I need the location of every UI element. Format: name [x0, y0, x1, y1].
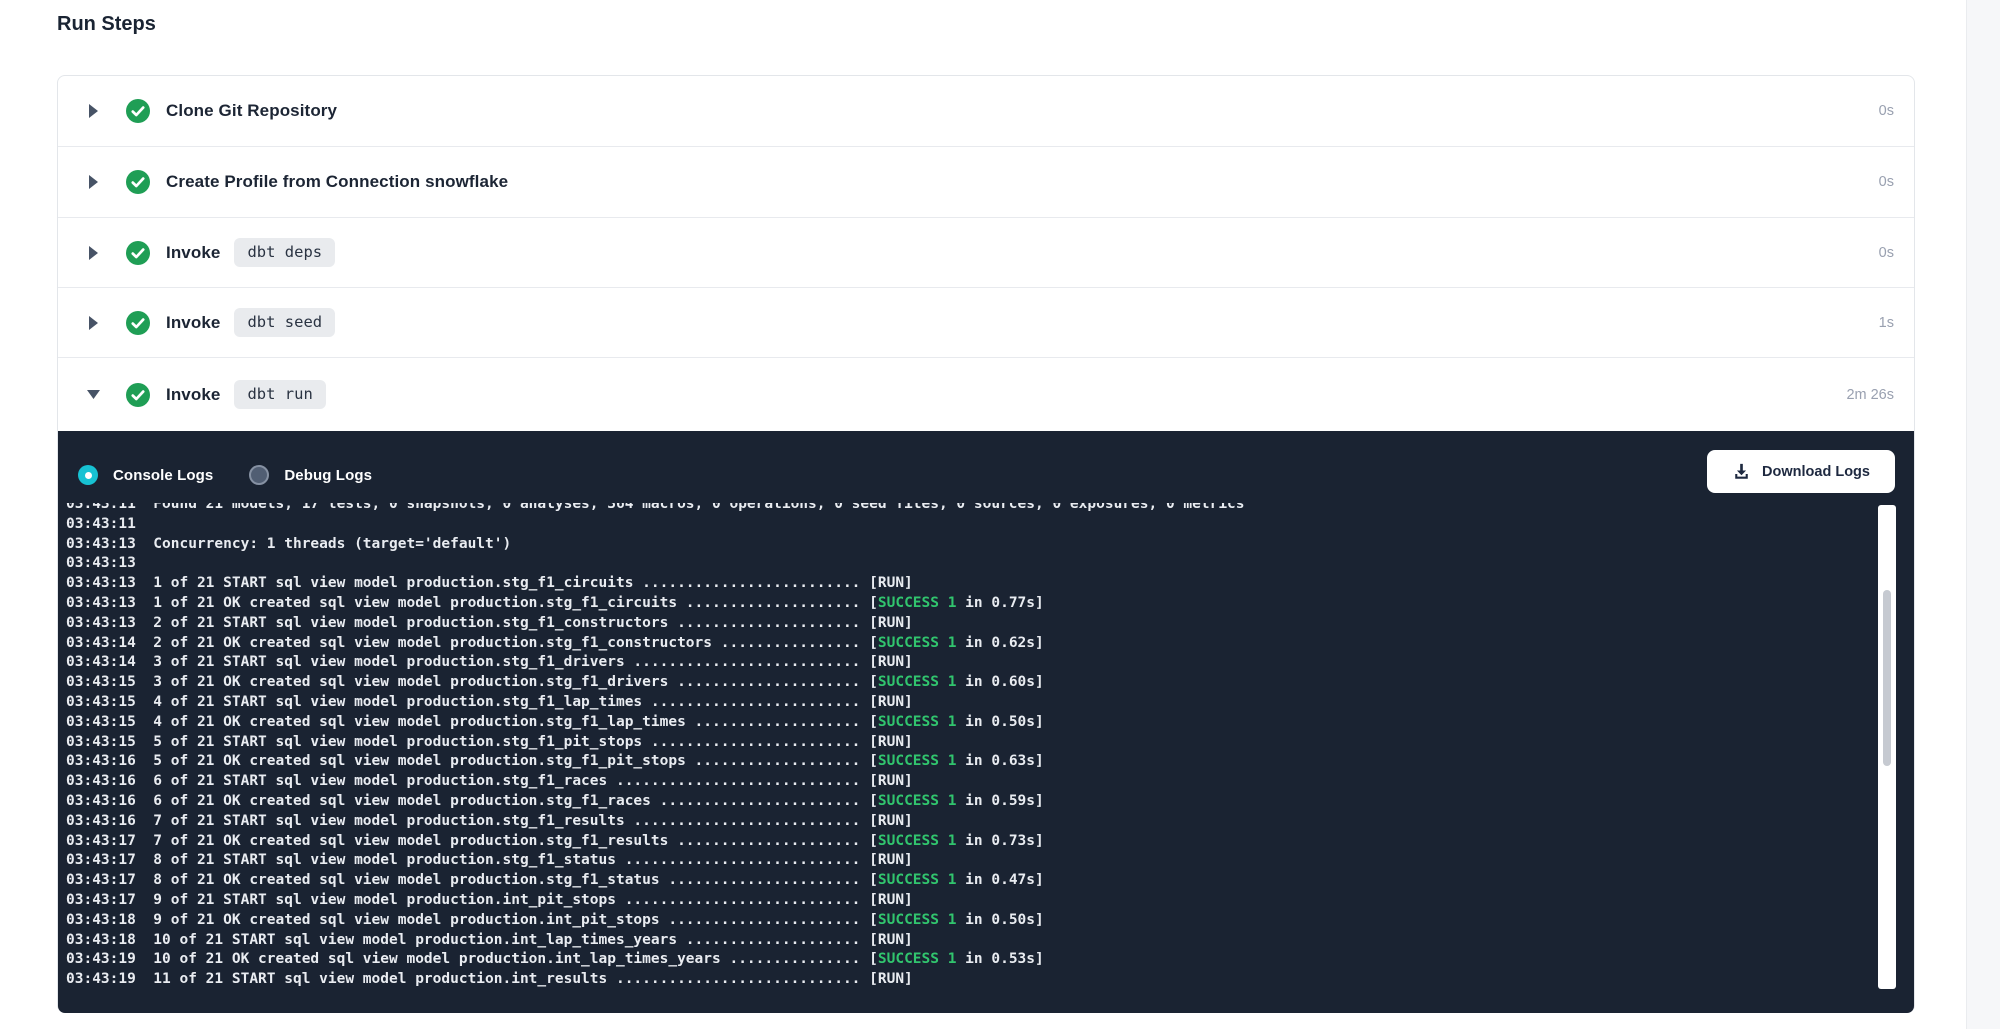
step-title: Invoke: [166, 243, 220, 263]
log-line: 03:43:18 10 of 21 START sql view model p…: [66, 931, 1794, 951]
log-line: 03:43:16 6 of 21 START sql view model pr…: [66, 772, 1794, 792]
log-line: 03:43:16 6 of 21 OK created sql view mod…: [66, 792, 1794, 812]
log-panel: Console Logs Debug Logs Download Logs 03…: [58, 431, 1914, 1013]
console-logs-tab[interactable]: Console Logs: [78, 465, 213, 485]
step-duration: 0s: [1879, 245, 1914, 261]
success-check-icon: [126, 383, 150, 407]
step-title: Create Profile from Connection snowflake: [166, 172, 508, 192]
page-title: Run Steps: [57, 13, 156, 36]
step-duration: 1s: [1879, 315, 1914, 331]
log-line: 03:43:11: [66, 515, 1794, 535]
log-line: 03:43:11 Found 21 models, 17 tests, 0 sn…: [66, 503, 1794, 515]
download-logs-button[interactable]: Download Logs: [1707, 450, 1895, 493]
debug-logs-tab[interactable]: Debug Logs: [249, 465, 372, 485]
command-badge: dbt run: [234, 380, 325, 409]
step-duration: 0s: [1879, 103, 1914, 119]
success-check-icon: [126, 241, 150, 265]
step-row-clone-git-repository[interactable]: Clone Git Repository 0s: [58, 76, 1914, 146]
run-steps-page: Run Steps Clone Git Repository 0s Create…: [0, 0, 2000, 1029]
log-line: 03:43:14 2 of 21 OK created sql view mod…: [66, 634, 1794, 654]
success-check-icon: [126, 311, 150, 335]
log-line: 03:43:13 2 of 21 START sql view model pr…: [66, 614, 1794, 634]
log-scrollbar-thumb[interactable]: [1883, 590, 1891, 766]
log-line: 03:43:17 7 of 21 OK created sql view mod…: [66, 832, 1794, 852]
chevron-right-icon: [86, 174, 101, 190]
step-row-invoke-dbt-deps[interactable]: Invoke dbt deps 0s: [58, 217, 1914, 287]
log-line: 03:43:16 5 of 21 OK created sql view mod…: [66, 752, 1794, 772]
log-line: 03:43:16 7 of 21 START sql view model pr…: [66, 812, 1794, 832]
command-badge: dbt deps: [234, 238, 335, 267]
log-line: 03:43:18 9 of 21 OK created sql view mod…: [66, 911, 1794, 931]
log-line: 03:43:13 1 of 21 START sql view model pr…: [66, 574, 1794, 594]
log-line: 03:43:15 4 of 21 START sql view model pr…: [66, 693, 1794, 713]
log-line: 03:43:19 11 of 21 START sql view model p…: [66, 970, 1794, 990]
radio-selected-icon: [78, 465, 98, 485]
log-line: 03:43:13 Concurrency: 1 threads (target=…: [66, 535, 1794, 555]
tab-label: Console Logs: [113, 467, 213, 484]
log-line: 03:43:13: [66, 554, 1794, 574]
log-line: 03:43:15 3 of 21 OK created sql view mod…: [66, 673, 1794, 693]
command-badge: dbt seed: [234, 308, 335, 337]
log-output: 03:43:11 Found 21 models, 17 tests, 0 sn…: [66, 503, 1794, 1007]
log-line: 03:43:17 8 of 21 START sql view model pr…: [66, 851, 1794, 871]
log-line: 03:43:17 8 of 21 OK created sql view mod…: [66, 871, 1794, 891]
success-check-icon: [126, 170, 150, 194]
right-gutter: [1966, 0, 2000, 1029]
log-scrollbar-track[interactable]: [1878, 505, 1896, 989]
success-check-icon: [126, 99, 150, 123]
tab-label: Debug Logs: [284, 467, 372, 484]
log-line: 03:43:14 3 of 21 START sql view model pr…: [66, 653, 1794, 673]
step-duration: 2m 26s: [1846, 387, 1914, 403]
chevron-right-icon: [86, 245, 101, 261]
log-line: 03:43:13 1 of 21 OK created sql view mod…: [66, 594, 1794, 614]
log-line: 03:43:15 4 of 21 OK created sql view mod…: [66, 713, 1794, 733]
step-row-invoke-dbt-run[interactable]: Invoke dbt run 2m 26s: [58, 357, 1914, 431]
download-logs-label: Download Logs: [1762, 464, 1870, 480]
log-line: 03:43:15 5 of 21 START sql view model pr…: [66, 733, 1794, 753]
download-icon: [1732, 462, 1751, 481]
log-line: 03:43:19 10 of 21 OK created sql view mo…: [66, 950, 1794, 970]
step-row-invoke-dbt-seed[interactable]: Invoke dbt seed 1s: [58, 287, 1914, 357]
chevron-right-icon: [86, 103, 101, 119]
step-row-create-profile[interactable]: Create Profile from Connection snowflake…: [58, 146, 1914, 217]
run-steps-card: Clone Git Repository 0s Create Profile f…: [57, 75, 1915, 1013]
log-tabs: Console Logs Debug Logs: [78, 465, 372, 485]
radio-unselected-icon: [249, 465, 269, 485]
step-title: Invoke: [166, 385, 220, 405]
step-title: Clone Git Repository: [166, 101, 337, 121]
log-line: 03:43:17 9 of 21 START sql view model pr…: [66, 891, 1794, 911]
step-title: Invoke: [166, 313, 220, 333]
chevron-down-icon: [86, 387, 101, 403]
chevron-right-icon: [86, 315, 101, 331]
step-duration: 0s: [1879, 174, 1914, 190]
